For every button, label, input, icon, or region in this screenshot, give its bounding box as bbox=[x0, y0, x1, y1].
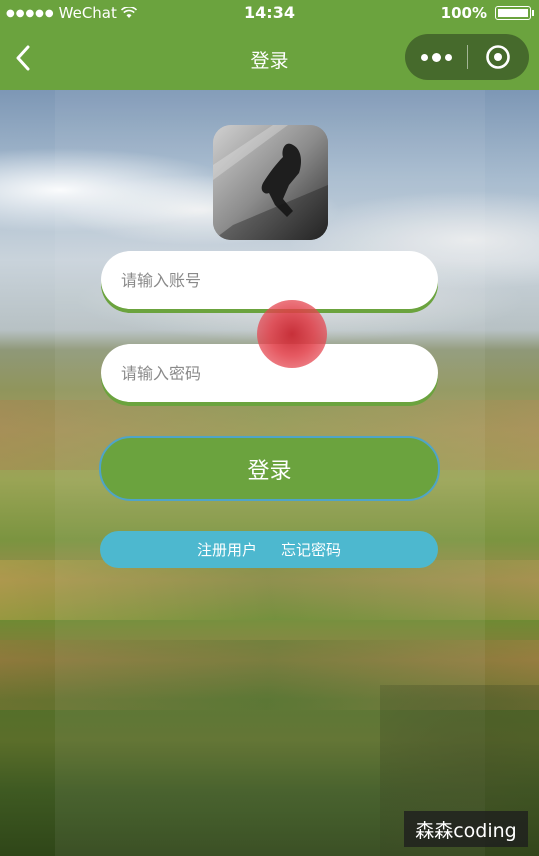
status-right: 100% bbox=[440, 4, 534, 22]
battery-percent: 100% bbox=[440, 4, 487, 22]
watermark: 森森coding bbox=[404, 811, 528, 847]
avatar-image bbox=[213, 125, 328, 240]
touch-indicator bbox=[257, 300, 327, 368]
more-dot-icon bbox=[420, 53, 428, 61]
register-link[interactable]: 注册用户 bbox=[197, 539, 257, 560]
close-miniprogram-button[interactable] bbox=[468, 34, 528, 80]
avatar bbox=[213, 125, 328, 240]
more-button[interactable] bbox=[405, 34, 467, 80]
battery-icon bbox=[495, 6, 534, 20]
nav-bar: 登录 bbox=[0, 26, 539, 90]
more-dot-icon bbox=[431, 52, 441, 62]
miniprogram-capsule bbox=[405, 34, 529, 80]
login-button[interactable]: 登录 bbox=[99, 436, 440, 501]
account-links-bar: 注册用户 忘记密码 bbox=[100, 531, 438, 568]
account-input[interactable] bbox=[101, 251, 438, 309]
target-close-icon bbox=[486, 45, 510, 69]
more-dot-icon bbox=[444, 53, 452, 61]
forgot-password-link[interactable]: 忘记密码 bbox=[281, 539, 341, 560]
account-field-wrapper bbox=[101, 251, 438, 309]
status-bar: ●●●●● WeChat 14:34 100% bbox=[0, 0, 539, 26]
